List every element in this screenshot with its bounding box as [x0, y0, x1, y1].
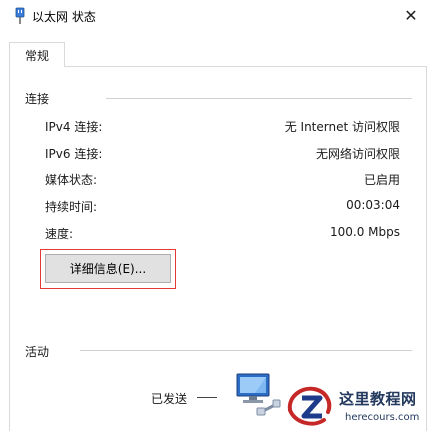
speed-label: 速度:	[45, 227, 74, 241]
activity-group-label: 活动	[25, 343, 54, 360]
watermark-logo-icon	[287, 386, 332, 426]
close-button[interactable]: ✕	[389, 0, 433, 31]
window-title: 以太网 状态	[32, 10, 96, 24]
media-state-label: 媒体状态:	[45, 173, 98, 187]
ipv4-connectivity-value: 无 Internet 访问权限	[284, 120, 400, 134]
title-bar: 以太网 状态 ✕	[0, 0, 433, 31]
network-computer-icon	[236, 373, 281, 416]
tab-general-label: 常规	[24, 48, 49, 63]
duration-label: 持续时间:	[45, 200, 98, 214]
watermark-url: herecours.com	[345, 412, 420, 423]
ipv6-connectivity-value: 无网络访问权限	[315, 147, 400, 161]
connection-group-label: 连接	[25, 90, 54, 107]
duration-value: 00:03:04	[346, 198, 400, 212]
connection-group-divider	[106, 98, 412, 99]
details-button[interactable]: 详细信息(E)...	[45, 254, 171, 283]
sent-label: 已发送	[151, 392, 188, 406]
ipv4-connectivity-label: IPv4 连接:	[45, 120, 103, 134]
details-button-label: 详细信息(E)...	[69, 262, 147, 276]
tab-strip: 常规	[0, 38, 433, 67]
media-state-value: 已启用	[363, 173, 400, 187]
watermark-title: 这里教程网	[339, 390, 417, 408]
activity-group-divider	[80, 350, 412, 351]
ethernet-icon	[15, 7, 25, 24]
speed-value: 100.0 Mbps	[329, 225, 400, 239]
sent-line	[197, 397, 217, 398]
tab-general[interactable]: 常规	[9, 42, 65, 67]
ipv6-connectivity-label: IPv6 连接:	[45, 147, 103, 161]
close-icon: ✕	[404, 6, 418, 25]
